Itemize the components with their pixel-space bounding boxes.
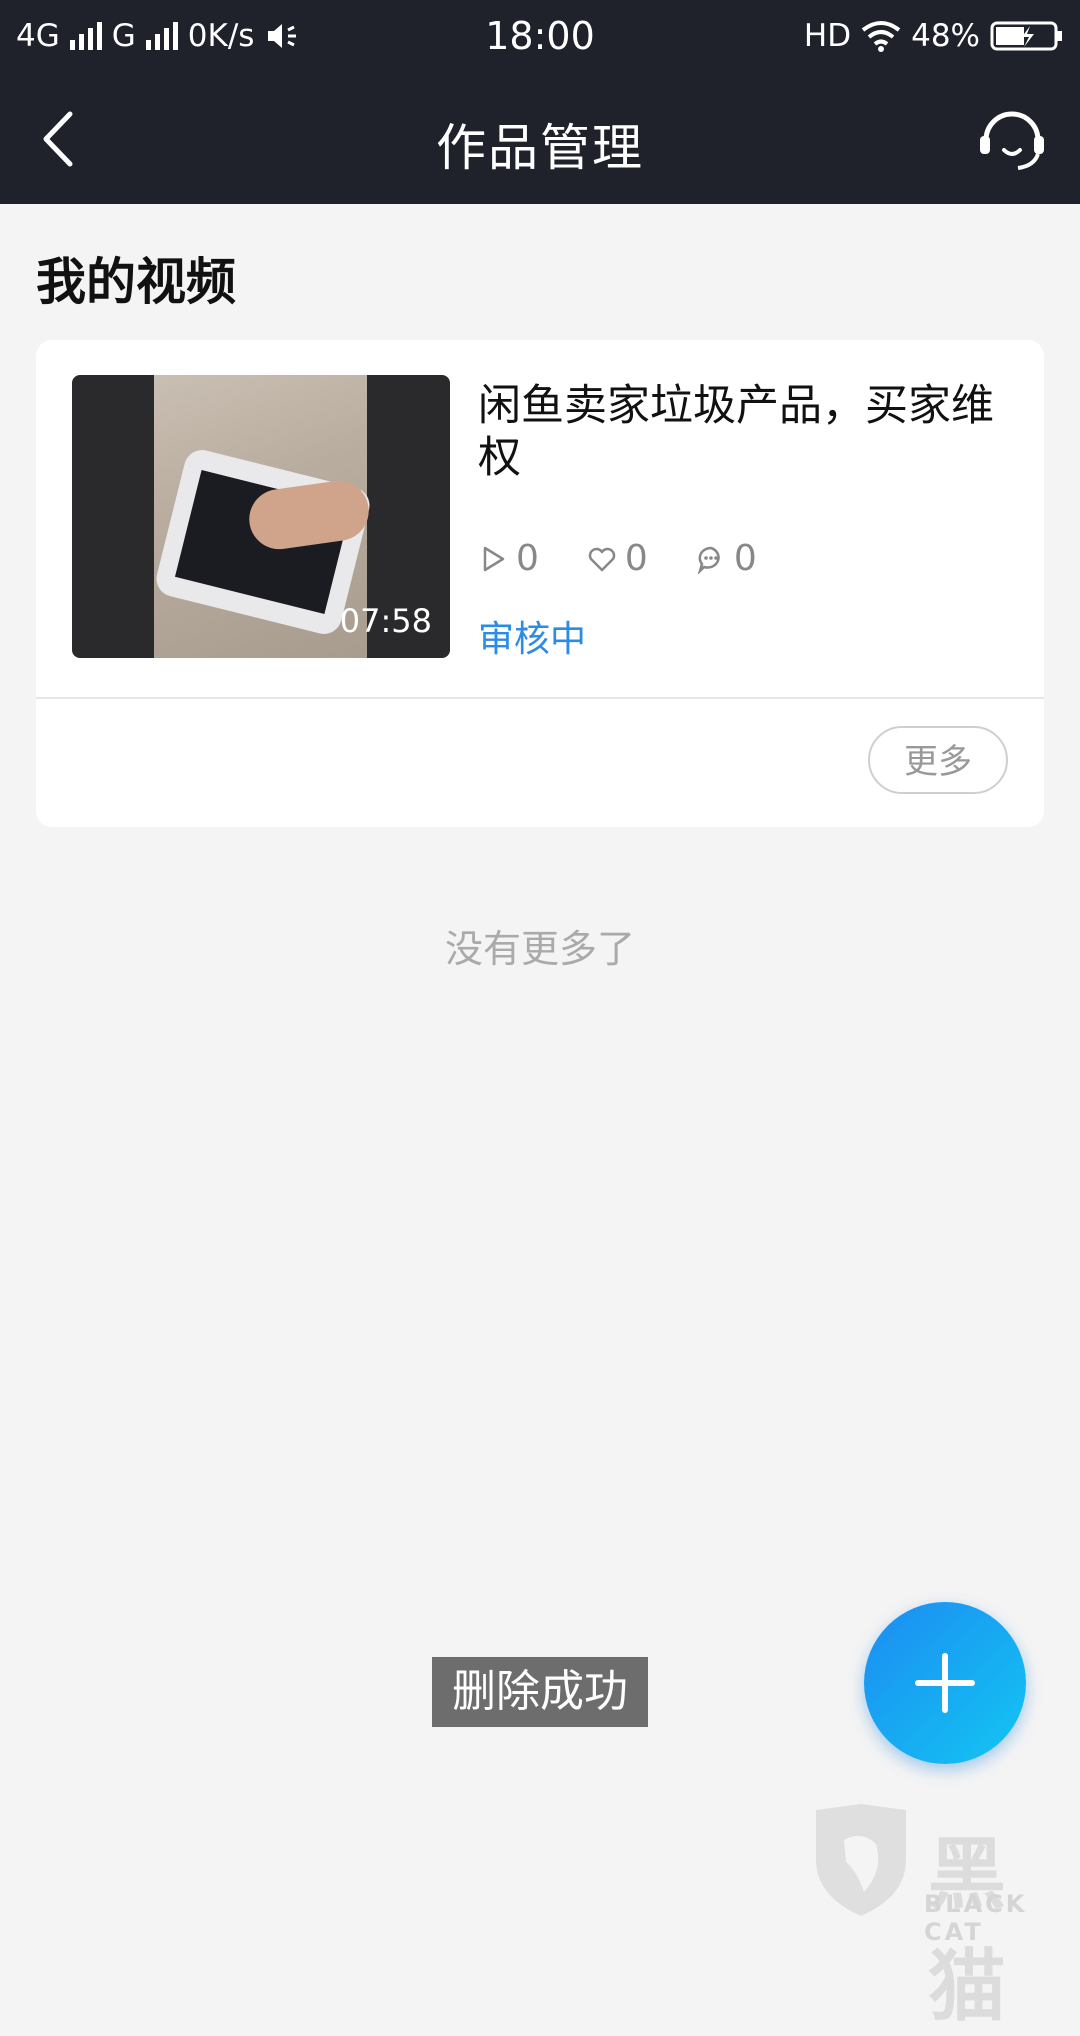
plays-count: 0 [516, 538, 539, 579]
plays-stat: 0 [478, 538, 539, 579]
divider [36, 697, 1044, 699]
battery-icon [990, 21, 1062, 51]
hd-label: HD [803, 18, 852, 54]
video-duration: 07:58 [339, 602, 432, 640]
battery-percent: 48% [911, 18, 980, 54]
cat-shield-icon [816, 1804, 906, 1916]
section-title: 我的视频 [36, 253, 236, 311]
list-end-text: 没有更多了 [444, 927, 635, 971]
nav-bar: 作品管理 [0, 74, 1080, 204]
more-button[interactable]: 更多 [868, 726, 1008, 794]
watermark-logo: 黑猫 BLACK CAT [806, 1800, 1080, 2032]
comment-icon [697, 546, 720, 574]
wifi-icon [861, 21, 901, 52]
headset-icon[interactable] [974, 100, 1050, 176]
likes-count: 0 [624, 538, 648, 579]
add-video-button[interactable] [864, 1602, 1026, 1764]
plus-icon [915, 1653, 975, 1713]
video-card[interactable]: 07:58 闲鱼卖家垃圾产品，买家维权 0 0 0 审核中 更多 [36, 340, 1044, 827]
video-thumbnail[interactable]: 07:58 [72, 375, 450, 658]
video-stats: 0 0 0 [478, 538, 757, 579]
review-status: 审核中 [478, 619, 587, 660]
play-icon [483, 546, 505, 571]
watermark-subtext: BLACK CAT [924, 1890, 1028, 1946]
comments-count: 0 [733, 538, 757, 579]
thumbnail-image [152, 375, 374, 658]
heart-icon [588, 547, 616, 571]
toast-message: 删除成功 [432, 1657, 648, 1727]
status-bar: 4G G 0K/s 18:00 HD 48% [0, 0, 1080, 74]
page-title: 作品管理 [436, 119, 644, 177]
video-title[interactable]: 闲鱼卖家垃圾产品，买家维权 [478, 380, 998, 484]
comments-stat: 0 [696, 538, 757, 579]
likes-stat: 0 [587, 538, 648, 579]
